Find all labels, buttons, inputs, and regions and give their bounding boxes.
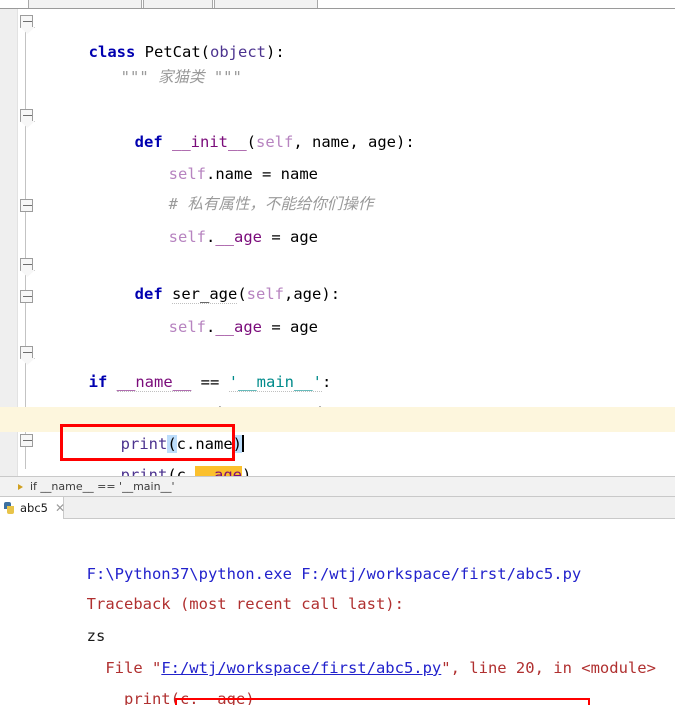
code-line-10[interactable]: self.__age = age [0,290,675,336]
python-icon-bottom [7,506,14,514]
code-line-9[interactable]: def ser_age(self,age): [0,257,675,304]
app-root: class PetCat(object): """ 家猫类 """ def __… [0,0,675,705]
breadcrumb-path: if __name__ == '__main__' [30,480,175,493]
code-line-7[interactable]: self.__age = age [0,200,675,246]
token-private-age-warning: __age [195,466,243,476]
token-paren-open: ( [167,466,177,476]
code-line-7-content: self.__age = age [75,225,318,250]
code-line-5[interactable]: self.name = name [0,137,675,183]
run-tool-window: abc5 ✕ F:\Python37\python.exe F:/wtj/wor… [0,497,675,705]
token-private-age: __age [215,228,262,246]
token-self: self [168,228,206,246]
console-line-stdout: zs [0,591,675,645]
token-value-age: age [290,228,318,246]
code-line-12[interactable]: if __name__ == '__main__': [0,345,675,392]
token-dot: . [205,228,216,246]
console-line-traceback: Traceback (most recent call last): [0,559,675,613]
code-editor[interactable]: class PetCat(object): """ 家猫类 """ def __… [0,9,675,476]
run-tab-label: abc5 [20,500,48,515]
token-self: self [168,318,206,336]
console-line-source: print(c.__age) [0,654,675,705]
token-value-age: age [290,318,318,336]
token-print: print [120,466,168,476]
code-line-15-content: print(c.__age) [75,463,252,476]
token-assign: = [262,318,290,336]
editor-tab-strip [0,0,675,9]
console-line-command: F:\Python37\python.exe F:/wtj/workspace/… [0,529,675,583]
run-tab-abc5[interactable]: abc5 ✕ [0,497,65,519]
token-var-c: c. [176,466,196,476]
code-line-6[interactable]: # 私有属性，不能给你们操作 [0,167,675,213]
code-line-2[interactable]: """ 家猫类 """ [0,40,675,86]
console-line-file: File "F:/wtj/workspace/first/abc5.py", l… [0,623,675,677]
token-docstring: """ 家猫类 """ [120,68,242,86]
code-line-10-content: self.__age = age [75,315,318,340]
token-paren-close: ) [242,466,252,476]
python-file-icon [4,502,16,514]
token-private-age: __age [215,318,262,336]
breadcrumb[interactable]: if __name__ == '__main__' [0,476,675,497]
run-console-output[interactable]: F:\Python37\python.exe F:/wtj/workspace/… [0,519,675,705]
code-line-4[interactable]: def __init__(self, name, age): [0,105,675,151]
breadcrumb-marker-icon [18,484,23,490]
code-line-1[interactable]: class PetCat(object): [0,15,675,61]
close-icon[interactable]: ✕ [55,502,65,514]
annotation-box-error [175,698,590,705]
code-line-13[interactable]: c = PetCat("zs", "12") [0,376,675,422]
code-line-15[interactable]: print(c.__age) [0,438,675,476]
token-assign: = [262,228,290,246]
run-tab-bar: abc5 ✕ [0,497,675,519]
code-line-14-current[interactable]: print(c.name) [0,407,675,453]
token-dot: . [205,318,216,336]
